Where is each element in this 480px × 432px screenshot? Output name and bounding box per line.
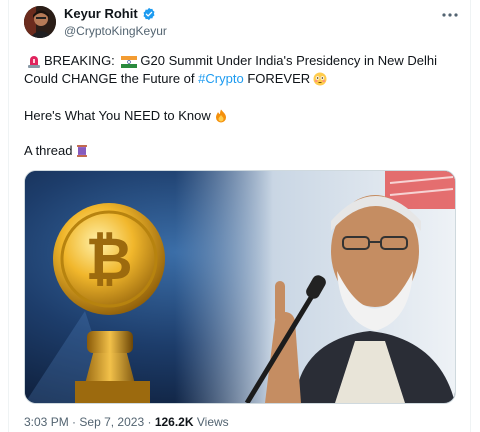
tweet-line-2-before: Could CHANGE the Future of <box>24 71 195 86</box>
breaking-label: BREAKING: <box>44 53 115 68</box>
meta-separator: · <box>147 415 152 429</box>
avatar-image <box>24 6 56 38</box>
author-handle[interactable]: @CryptoKingKeyur <box>64 24 167 38</box>
spool-of-thread-icon <box>77 145 88 157</box>
tweet-time[interactable]: 3:03 PM <box>24 415 69 429</box>
views-label: Views <box>196 415 229 429</box>
india-flag-icon <box>121 56 138 68</box>
author-name-row: Keyur Rohit <box>64 6 156 21</box>
tweet-text-line-3: Here's What You NEED to Know <box>24 107 231 125</box>
bitcoin-coin-and-speaker-photo: ₿ <box>25 171 455 403</box>
tweet-text-line-1: BREAKING: G20 Summit Under India's Presi… <box>24 52 437 70</box>
verified-badge-icon <box>143 7 155 20</box>
views-count[interactable]: 126.2K <box>155 415 194 429</box>
timeline-border-right <box>470 0 471 432</box>
meta-separator: · <box>72 415 77 429</box>
fire-icon <box>215 109 226 123</box>
rotating-light-icon <box>28 56 40 68</box>
flushed-face-icon <box>313 72 327 86</box>
tweet-card: Keyur Rohit @CryptoKingKeyur BREAKING: G… <box>0 0 480 432</box>
tweet-text-line-4: A thread <box>24 142 92 160</box>
svg-text:₿: ₿ <box>85 227 132 292</box>
tweet-text-line-2: Could CHANGE the Future of #Crypto FOREV… <box>24 70 330 88</box>
tweet-media-image[interactable]: ₿ <box>24 170 456 404</box>
hashtag-crypto-link[interactable]: #Crypto <box>198 71 244 86</box>
tweet-line-2-after: FOREVER <box>247 71 311 86</box>
avatar[interactable] <box>24 6 56 38</box>
more-options-icon[interactable] <box>440 8 460 22</box>
tweet-date[interactable]: Sep 7, 2023 <box>79 415 144 429</box>
tweet-line-4-text: A thread <box>24 143 73 158</box>
tweet-line-3-text: Here's What You NEED to Know <box>24 108 211 123</box>
tweet-meta: 3:03 PM · Sep 7, 2023 · 126.2K Views <box>24 415 229 429</box>
tweet-headline-text: G20 Summit Under India's Presidency in N… <box>140 53 437 68</box>
timeline-border-left <box>8 0 9 432</box>
author-display-name[interactable]: Keyur Rohit <box>64 6 138 21</box>
